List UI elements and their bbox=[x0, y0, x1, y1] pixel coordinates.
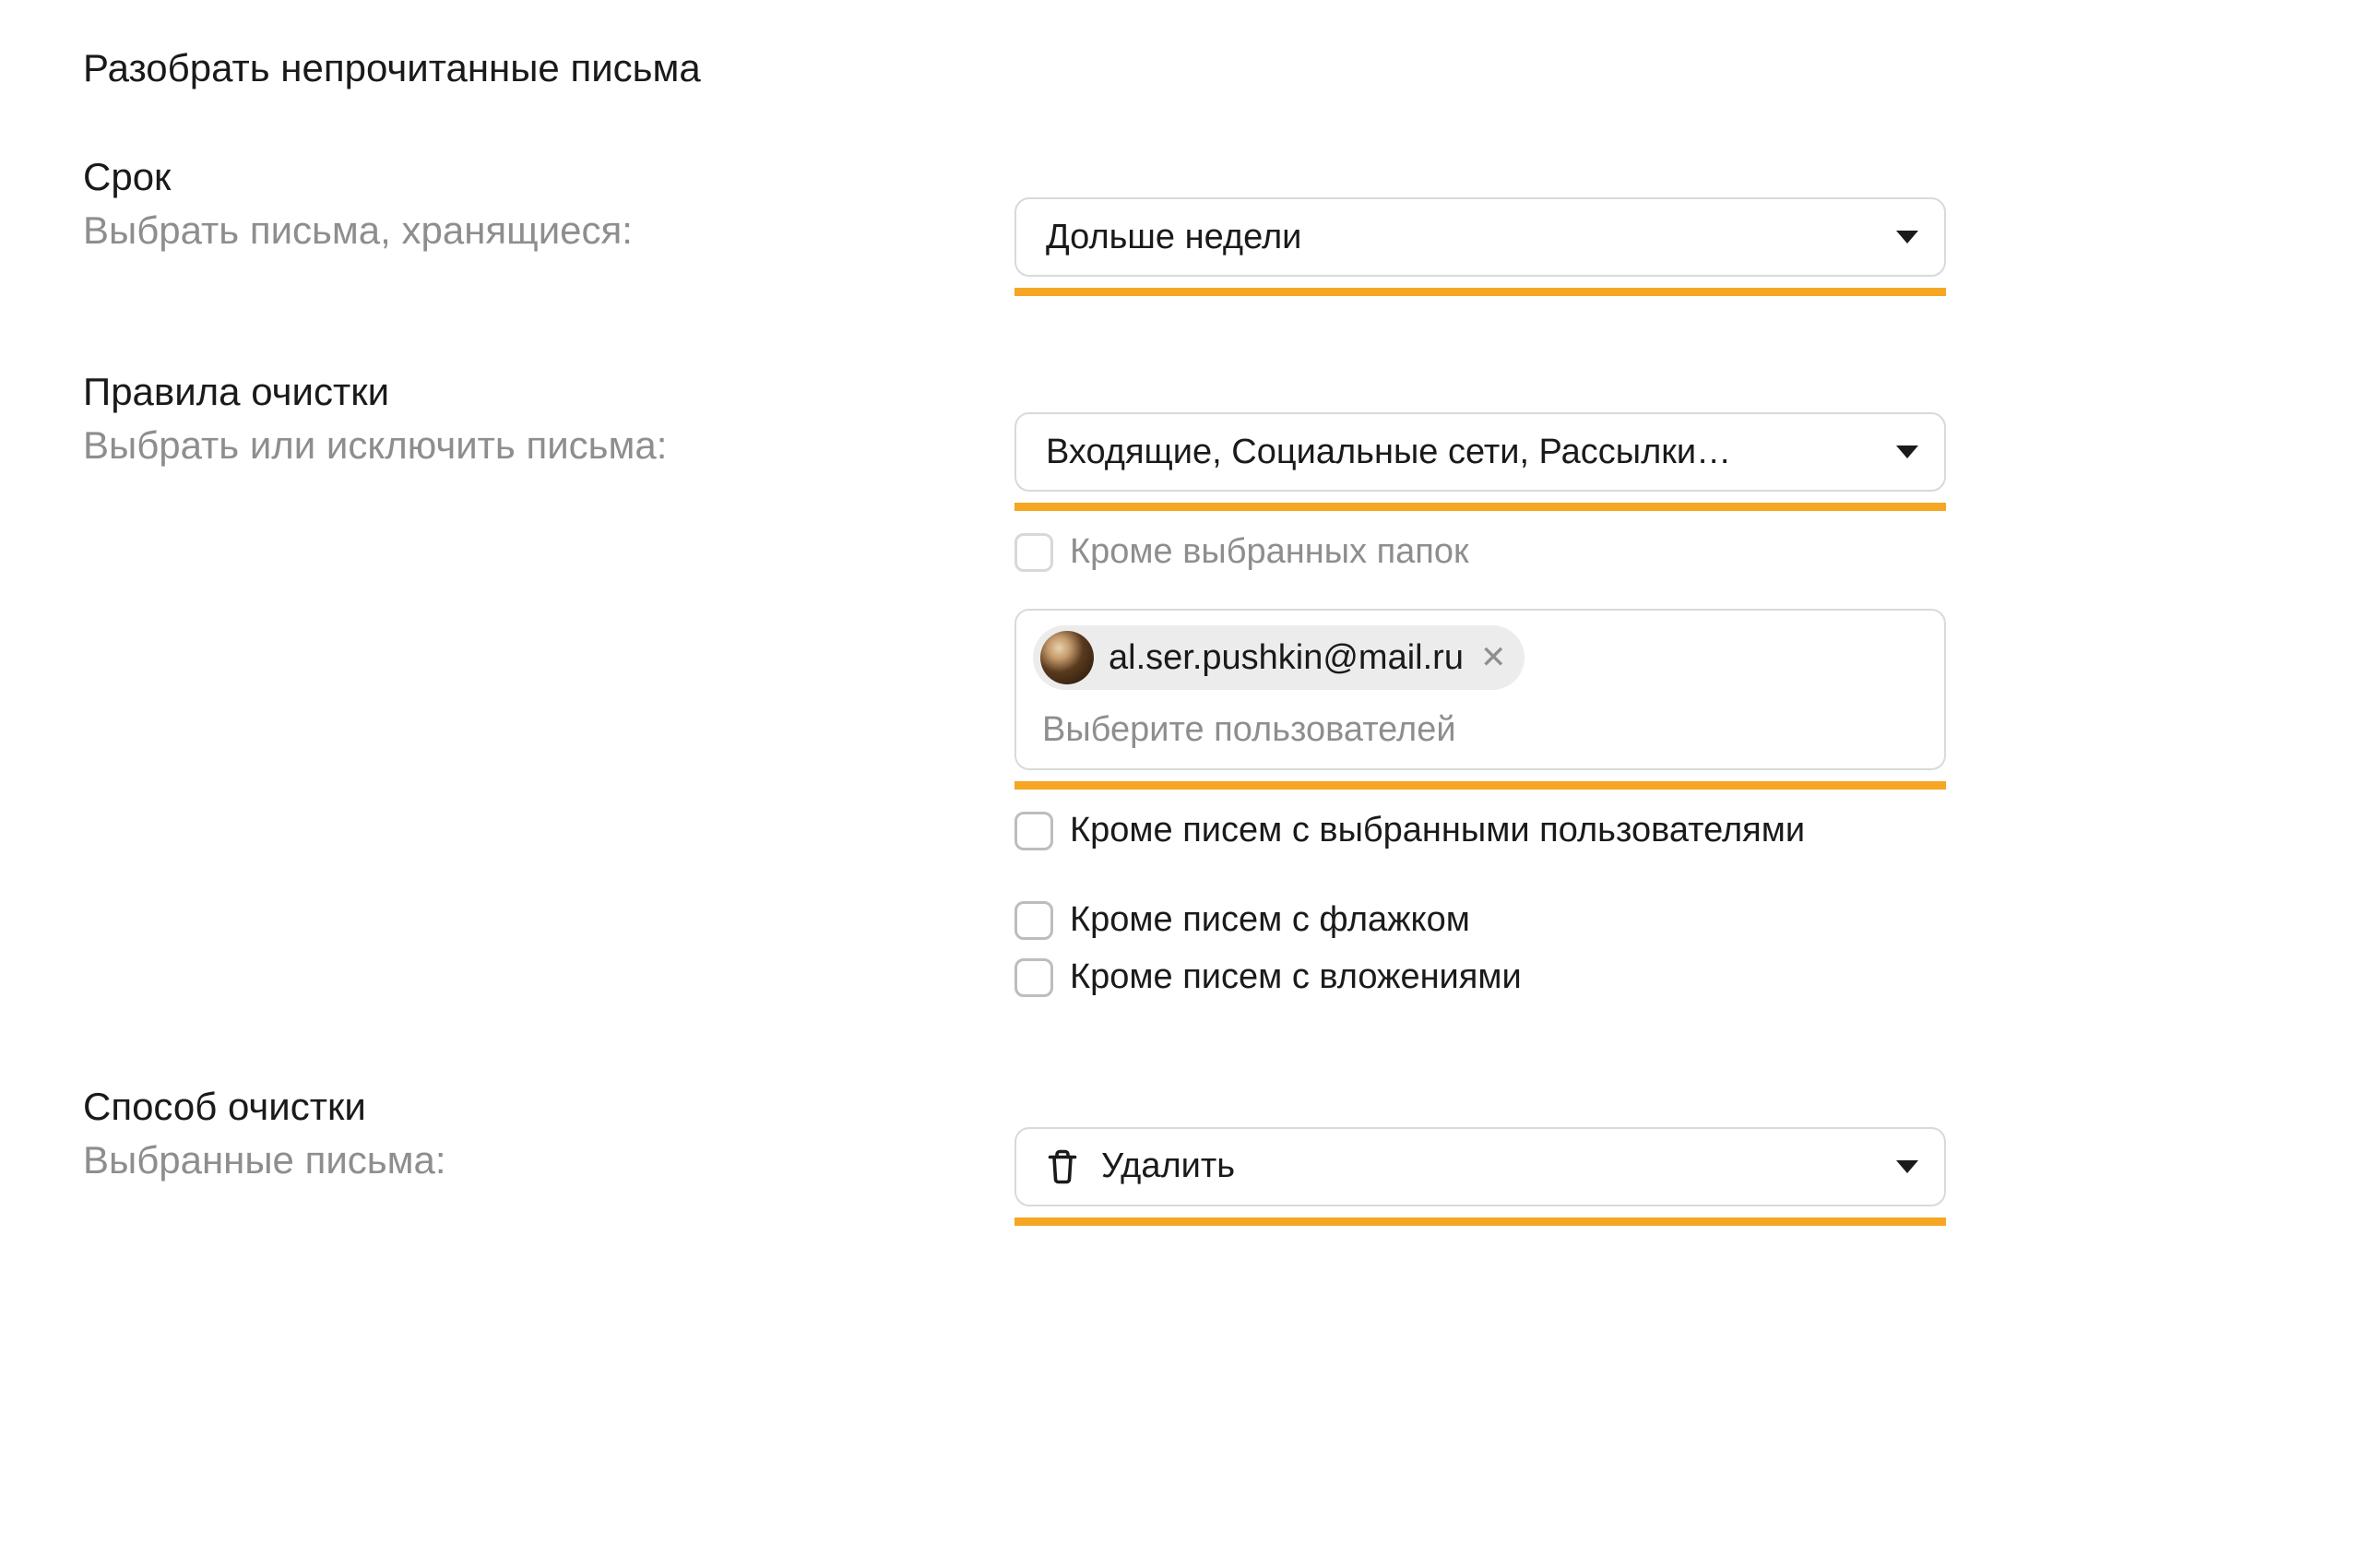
highlight-underline bbox=[1014, 288, 1946, 296]
page-title: Разобрать непрочитанные письма bbox=[83, 46, 2278, 90]
chevron-down-icon bbox=[1896, 1160, 1918, 1173]
except-folders-label: Кроме выбранных папок bbox=[1070, 528, 1469, 576]
chevron-down-icon bbox=[1896, 445, 1918, 458]
highlight-underline bbox=[1014, 503, 1946, 511]
method-select[interactable]: Удалить bbox=[1014, 1127, 1946, 1206]
except-folders-checkbox-row[interactable]: Кроме выбранных папок bbox=[1014, 528, 1946, 576]
except-users-checkbox-row[interactable]: Кроме писем с выбранными пользователями bbox=[1014, 806, 1946, 854]
period-select[interactable]: Дольше недели bbox=[1014, 197, 1946, 277]
except-attach-label: Кроме писем с вложениями bbox=[1070, 953, 1522, 1001]
rules-heading: Правила очистки bbox=[83, 370, 978, 414]
except-flag-label: Кроме писем с флажком bbox=[1070, 896, 1470, 944]
checkbox-icon bbox=[1014, 812, 1053, 850]
chip-remove-icon[interactable]: ✕ bbox=[1478, 639, 1507, 676]
method-heading: Способ очистки bbox=[83, 1085, 978, 1129]
user-chip-email: al.ser.pushkin@mail.ru bbox=[1109, 638, 1464, 678]
users-input-placeholder[interactable]: Выберите пользователей bbox=[1033, 710, 1928, 750]
period-select-value: Дольше недели bbox=[1046, 218, 1885, 257]
period-heading: Срок bbox=[83, 155, 978, 199]
method-select-value: Удалить bbox=[1101, 1146, 1235, 1186]
highlight-underline bbox=[1014, 1218, 1946, 1226]
rules-subtitle: Выбрать или исключить письма: bbox=[83, 423, 978, 468]
except-attach-checkbox-row[interactable]: Кроме писем с вложениями bbox=[1014, 953, 1946, 1001]
except-flag-checkbox-row[interactable]: Кроме писем с флажком bbox=[1014, 896, 1946, 944]
folders-select-value: Входящие, Социальные сети, Рассылки… bbox=[1046, 433, 1885, 472]
checkbox-icon bbox=[1014, 901, 1053, 940]
users-input-box[interactable]: al.ser.pushkin@mail.ru ✕ Выберите пользо… bbox=[1014, 609, 1946, 770]
period-subtitle: Выбрать письма, хранящиеся: bbox=[83, 208, 978, 253]
method-subtitle: Выбранные письма: bbox=[83, 1138, 978, 1182]
highlight-underline bbox=[1014, 781, 1946, 790]
checkbox-icon bbox=[1014, 533, 1053, 572]
chevron-down-icon bbox=[1896, 231, 1918, 244]
folders-select[interactable]: Входящие, Социальные сети, Рассылки… bbox=[1014, 412, 1946, 492]
except-users-label: Кроме писем с выбранными пользователями bbox=[1070, 806, 1805, 854]
user-chip[interactable]: al.ser.pushkin@mail.ru ✕ bbox=[1033, 625, 1525, 690]
avatar bbox=[1040, 631, 1094, 684]
checkbox-icon bbox=[1014, 958, 1053, 997]
trash-icon bbox=[1046, 1148, 1079, 1185]
